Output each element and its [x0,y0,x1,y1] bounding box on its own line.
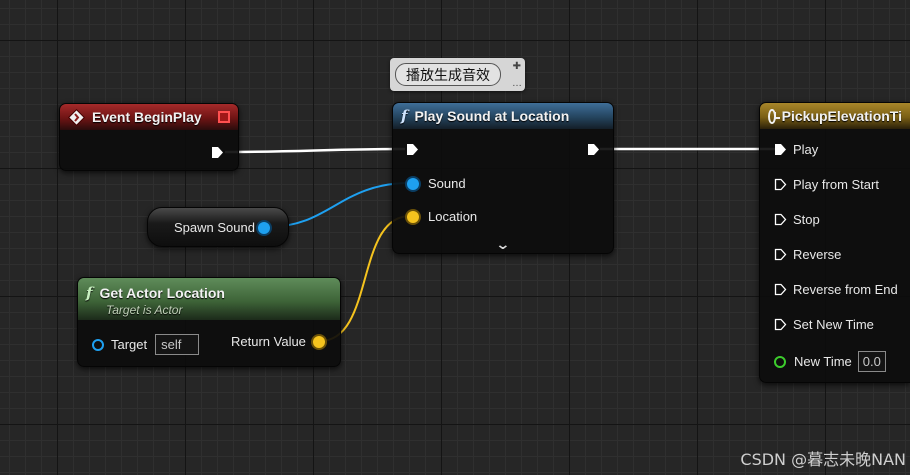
timeline-input-reverse-from-end[interactable]: Reverse from End [774,282,898,297]
timeline-input-play[interactable]: Play [774,142,818,157]
exec-input-pin[interactable] [774,178,787,191]
play-sound-title: Play Sound at Location [414,108,570,124]
target-self-field[interactable]: self [155,334,200,355]
timeline-input-label: Set New Time [793,317,874,332]
timeline-input-label: Reverse [793,247,842,262]
get-actor-location-title: Get Actor Location [99,284,225,301]
timeline-new-time-row[interactable]: New Time 0.0 [774,351,886,372]
event-beginplay-node[interactable]: Event BeginPlay [59,103,239,171]
target-pin-row[interactable]: Target self [92,334,200,355]
timeline-header[interactable]: PickupElevationTi [760,103,910,129]
timeline-input-reverse[interactable]: Reverse [774,247,841,262]
timeline-node[interactable]: PickupElevationTi Play Play from Start S… [759,102,910,383]
exec-output-pin[interactable] [211,146,224,159]
return-value-pin[interactable] [312,335,325,348]
play-sound-header[interactable]: f Play Sound at Location [393,103,613,129]
timeline-input-label: Stop [793,212,820,227]
breakpoint-status-icon [218,111,230,123]
exec-input-pin[interactable] [774,143,787,156]
return-value-label: Return Value [231,334,306,349]
clock-icon [768,108,780,124]
node-comment-bubble[interactable]: 播放生成音效 ✚ … [390,58,525,91]
timeline-input-label: Reverse from End [793,282,898,297]
comment-text[interactable]: 播放生成音效 [395,63,501,86]
pin-icon[interactable]: ✚ [513,61,521,72]
exec-input-pin[interactable] [774,213,787,226]
timeline-input-stop[interactable]: Stop [774,212,820,227]
spawn-sound-variable-node[interactable]: Spawn Sound [147,207,289,247]
target-pin-label: Target [111,337,148,352]
timeline-input-play-from-start[interactable]: Play from Start [774,177,879,192]
sound-pin-row[interactable]: Sound [407,176,466,191]
function-icon: f [86,283,93,302]
target-pin[interactable] [92,338,104,351]
location-pin-row[interactable]: Location [407,209,477,224]
new-time-pin[interactable] [774,355,786,368]
timeline-title: PickupElevationTi [781,108,902,124]
function-icon: f [401,107,408,125]
chevron-down-icon[interactable]: ⌄ [495,236,510,253]
event-beginplay-header[interactable]: Event BeginPlay [60,104,238,130]
location-pin[interactable] [407,210,419,223]
exec-input-pin[interactable] [774,248,787,261]
sound-pin[interactable] [407,177,419,190]
exec-input-pin[interactable] [774,318,787,331]
new-time-field[interactable]: 0.0 [857,351,886,372]
sound-pin-label: Sound [428,176,466,191]
event-diamond-icon [68,108,85,126]
new-time-label: New Time [794,354,852,369]
spawn-sound-output-pin[interactable] [258,222,270,234]
exec-output-pin[interactable] [587,143,600,156]
play-sound-at-location-node[interactable]: f Play Sound at Location Sound Location … [392,102,614,254]
sound-wire [267,182,411,228]
get-actor-location-header[interactable]: f Get Actor Location Target is Actor [78,278,340,320]
expand-dots-icon[interactable]: … [512,78,522,89]
exec-wire-beginplay-to-playsound [224,147,406,154]
get-actor-location-node[interactable]: f Get Actor Location Target is Actor Tar… [77,277,341,367]
get-actor-location-subtitle: Target is Actor [106,302,183,317]
exec-input-pin[interactable] [774,283,787,296]
watermark: CSDN @暮志未晚NAN [740,450,906,469]
timeline-input-label: Play [793,142,819,157]
exec-input-pin[interactable] [406,143,419,156]
timeline-input-label: Play from Start [793,177,879,192]
timeline-input-set-new-time[interactable]: Set New Time [774,317,874,332]
spawn-sound-label: Spawn Sound [174,220,255,235]
location-pin-label: Location [428,209,478,224]
return-value-pin-row[interactable]: Return Value [231,334,325,349]
event-beginplay-title: Event BeginPlay [92,109,202,125]
